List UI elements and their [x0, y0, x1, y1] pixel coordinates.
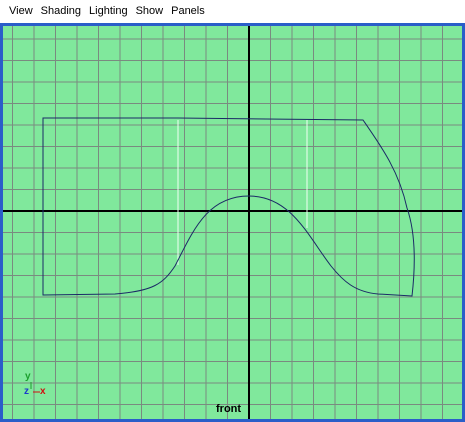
menu-show[interactable]: Show — [132, 0, 168, 23]
axis-z-label: z — [24, 386, 29, 397]
camera-label: front — [216, 403, 242, 415]
maya-viewport-panel: View Shading Lighting Show Panels y z x … — [0, 0, 465, 422]
menu-shading[interactable]: Shading — [37, 0, 85, 23]
axis-x-label: x — [40, 386, 46, 397]
front-viewport[interactable]: y z x front — [0, 23, 465, 422]
axis-y-label: y — [25, 371, 31, 382]
menu-lighting[interactable]: Lighting — [85, 0, 132, 23]
panel-menubar: View Shading Lighting Show Panels — [0, 0, 465, 23]
viewport-canvas[interactable] — [3, 26, 462, 419]
menu-view[interactable]: View — [5, 0, 37, 23]
viewport-grid — [3, 26, 462, 419]
menu-panels[interactable]: Panels — [167, 0, 209, 23]
